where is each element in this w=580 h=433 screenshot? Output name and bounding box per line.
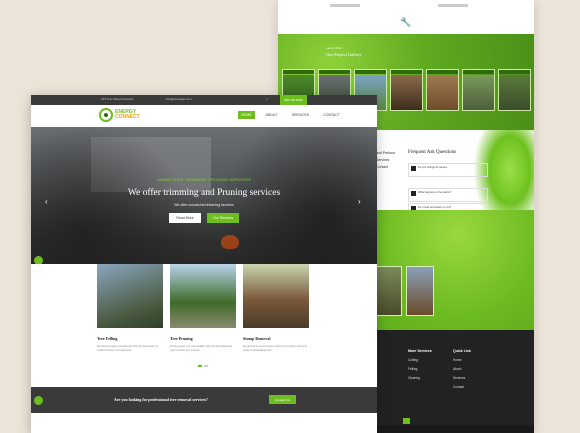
- footer-link[interactable]: Services: [453, 374, 471, 383]
- faq-side-item: Services: [376, 158, 390, 162]
- service-card[interactable]: Tree Pruning Pruning keeps your trees he…: [170, 264, 236, 352]
- logo-emblem: [99, 108, 113, 122]
- team-photo: [406, 266, 434, 316]
- footer-link[interactable]: Home: [453, 356, 471, 365]
- topbar-phone[interactable]: 082 000 0000: [280, 95, 307, 105]
- service-title: Stump Removal: [243, 336, 271, 341]
- gallery-title: Our Project Gallery: [326, 52, 362, 57]
- faq-side-list: and Pretoria Services Contact: [376, 150, 395, 171]
- footer-link[interactable]: Felling: [408, 365, 432, 374]
- service-title: Tree Pruning: [170, 336, 193, 341]
- user-icon[interactable]: ✓: [266, 97, 269, 101]
- gallery-thumb[interactable]: [426, 69, 459, 111]
- footer-link[interactable]: Cutting: [408, 356, 432, 365]
- footer-link[interactable]: Contact: [453, 383, 471, 392]
- front-page-mockup: 123 Tree Street Pretoria info@example.co…: [31, 95, 377, 433]
- back-strip-bar: [438, 4, 468, 7]
- carousel-dot[interactable]: [204, 365, 208, 367]
- service-text: Pruning keeps your trees healthy, safe a…: [170, 345, 232, 352]
- gallery-thumb[interactable]: [462, 69, 495, 111]
- faq-question-text: Do you charge for quotes: [418, 166, 448, 169]
- site-header: ENERGY CONNECT Home About Services Conta…: [31, 105, 377, 127]
- footer-col-title: Quick Link: [453, 349, 471, 353]
- plus-icon: [411, 191, 416, 196]
- service-card[interactable]: Stump Removal We grind and remove stumps…: [243, 264, 309, 352]
- service-card[interactable]: Tree Felling We fell trees safely and ef…: [97, 264, 163, 352]
- nav-services[interactable]: Services: [289, 111, 313, 119]
- site-logo[interactable]: ENERGY CONNECT: [99, 108, 144, 122]
- slider-next-icon[interactable]: ›: [358, 197, 361, 206]
- service-image: [170, 264, 236, 328]
- footer-col-title: More Services: [408, 349, 432, 353]
- whatsapp-icon[interactable]: [34, 396, 43, 405]
- faq-question[interactable]: Do you charge for quotes: [408, 163, 488, 177]
- hero-background-trees: [31, 127, 377, 277]
- service-image: [97, 264, 163, 328]
- logo-text-line2: CONNECT: [115, 114, 140, 120]
- back-strip-bar: [330, 4, 360, 7]
- topbar-address: 123 Tree Street Pretoria: [101, 97, 134, 101]
- faq-question[interactable]: What happens to the waste?: [408, 188, 488, 202]
- carousel-dot[interactable]: [198, 365, 202, 367]
- hero-slider: UNMATCHED TRIMMING PRUNING SERVICES We o…: [31, 127, 377, 277]
- faq-title: Frequent Ask Questions: [408, 150, 457, 155]
- back-top-strip: 🔧 OUR SERVICES: [278, 0, 534, 41]
- faq-question-text: What happens to the waste?: [418, 191, 451, 194]
- faq-question-text: Do I need permission to cut?: [418, 206, 452, 209]
- team-photo: [374, 266, 402, 316]
- plus-icon: [411, 166, 416, 171]
- cta-text: Are you looking for professional tree re…: [114, 397, 208, 402]
- services-section: Tree Felling We fell trees safely and ef…: [31, 264, 377, 374]
- carousel-dots[interactable]: [198, 365, 208, 367]
- faq-side-item: Contact: [376, 165, 389, 169]
- service-image: [243, 264, 309, 328]
- hero-title: We offer trimming and Pruning services: [127, 188, 281, 198]
- service-text: We grind and remove stumps leaving your …: [243, 345, 307, 352]
- wrench-icon: 🔧: [400, 17, 412, 27]
- nav-about[interactable]: About: [263, 111, 281, 119]
- nav-home[interactable]: Home: [238, 111, 255, 119]
- contact-us-button[interactable]: Contact Us: [269, 395, 296, 404]
- read-more-button[interactable]: Read More: [169, 213, 201, 223]
- top-info-bar: 123 Tree Street Pretoria info@example.co…: [31, 95, 377, 105]
- faq-side-item: and Pretoria: [376, 151, 396, 155]
- slider-prev-icon[interactable]: ‹: [45, 197, 48, 206]
- hero-description: We offer unmatched trimming services: [174, 203, 234, 207]
- hero-worker-helmet: [221, 235, 239, 249]
- main-nav: Home About Services Contact: [238, 111, 343, 119]
- nav-contact[interactable]: Contact: [320, 111, 343, 119]
- gallery-thumb[interactable]: [390, 69, 423, 111]
- gallery-small-label: Latest Work: [326, 46, 342, 50]
- our-services-button[interactable]: Our Services: [207, 213, 239, 223]
- hero-subtitle: UNMATCHED TRIMMING PRUNING SERVICES: [156, 177, 252, 182]
- scroll-top-button[interactable]: [403, 418, 410, 424]
- service-title: Tree Felling: [97, 336, 118, 341]
- cta-banner: Are you looking for professional tree re…: [31, 387, 377, 413]
- footer-link[interactable]: About: [453, 365, 471, 374]
- gallery-thumb[interactable]: [498, 69, 531, 111]
- service-text: We fell trees safely and efficiently wit…: [97, 345, 159, 352]
- footer-link[interactable]: Clearing: [408, 374, 432, 383]
- topbar-email[interactable]: info@example.com: [166, 97, 192, 101]
